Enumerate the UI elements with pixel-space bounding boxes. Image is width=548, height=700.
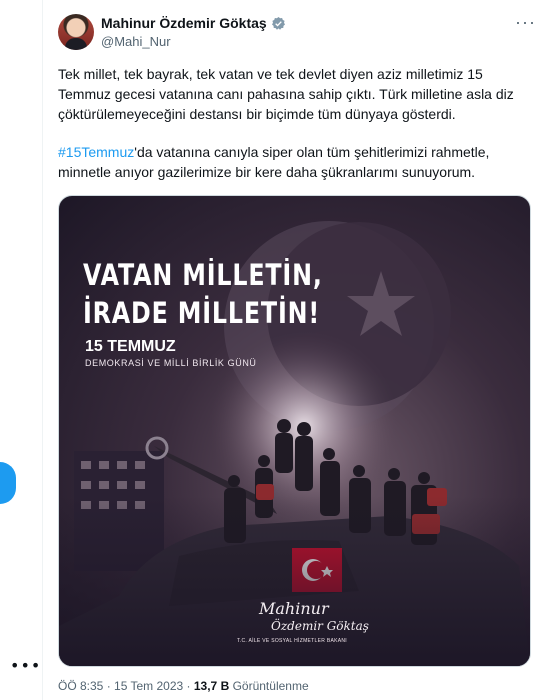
poster-date-title: 15 TEMMUZ — [85, 338, 176, 355]
signature-title: T.C. AİLE VE SOSYAL HİZMETLER BAKANI — [237, 638, 347, 644]
tweet-image[interactable]: VATAN MİLLETİN, İRADE MİLLETİN! 15 TEMMU… — [58, 195, 531, 667]
views-count: 13,7 B — [193, 679, 230, 693]
poster-headline-line-2: İRADE MİLLETİN! — [83, 296, 321, 330]
more-options-icon[interactable]: ··· — [515, 12, 536, 33]
signature-name: Mahinur — [259, 599, 329, 618]
tweet-paragraph-2: #15Temmuz'da vatanına canıyla siper olan… — [58, 142, 528, 182]
compose-button[interactable] — [0, 462, 16, 504]
author-display-name[interactable]: Mahinur Özdemir Göktaş — [101, 15, 267, 31]
tweet-time[interactable]: ÖÖ 8:35 — [58, 679, 103, 693]
poster-date-subtitle: DEMOKRASİ VE MİLLİ BİRLİK GÜNÜ — [85, 358, 257, 368]
tweet-text: Tek millet, tek bayrak, tek vatan ve tek… — [58, 64, 528, 200]
tweet-date[interactable]: 15 Tem 2023 — [114, 679, 183, 693]
views-label: Görüntülenme — [232, 679, 309, 693]
poster-headline: VATAN MİLLETİN, İRADE MİLLETİN! — [83, 256, 323, 332]
author-handle[interactable]: @Mahi_Nur — [101, 34, 171, 49]
hashtag-link[interactable]: #15Temmuz — [58, 144, 134, 160]
tweet-card: Mahinur Özdemir Göktaş @Mahi_Nur ··· Tek… — [42, 0, 548, 700]
more-options-icon[interactable]: ••• — [10, 656, 41, 675]
avatar[interactable] — [58, 14, 94, 50]
tweet-meta: ÖÖ 8:35 · 15 Tem 2023 · 13,7 B Görüntüle… — [58, 679, 309, 693]
poster-headline-line-1: VATAN MİLLETİN, — [83, 258, 323, 292]
left-navigation-rail: ••• — [0, 0, 43, 700]
author-name-row: Mahinur Özdemir Göktaş — [101, 15, 286, 31]
verified-badge-icon — [271, 16, 285, 30]
signature-surname: Özdemir Göktaş — [271, 619, 369, 633]
tweet-paragraph-1: Tek millet, tek bayrak, tek vatan ve tek… — [58, 66, 514, 122]
